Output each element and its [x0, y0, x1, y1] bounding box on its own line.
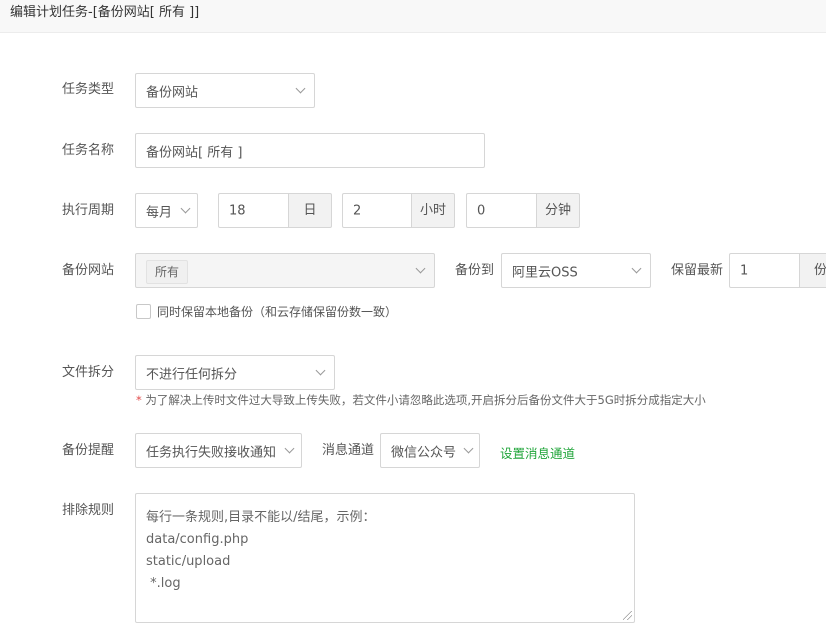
- resize-handle[interactable]: [623, 611, 632, 620]
- page-title: 编辑计划任务-[备份网站[ 所有 ]]: [10, 5, 200, 20]
- notify-select[interactable]: 任务执行失败接收通知: [135, 433, 302, 468]
- chevron-down-icon: [415, 263, 426, 274]
- chevron-down-icon: [631, 263, 642, 274]
- backup-site-tag: 所有: [146, 260, 189, 284]
- cycle-period-value: 每月: [146, 205, 173, 220]
- keep-latest-unit: 份: [799, 253, 826, 288]
- channel-value: 微信公众号: [391, 445, 457, 460]
- task-type-label: 任务类型: [62, 82, 115, 97]
- chevron-down-icon: [284, 443, 295, 454]
- cycle-day-input[interactable]: 18: [218, 193, 289, 228]
- task-name-input[interactable]: 备份网站[ 所有 ]: [135, 133, 485, 168]
- cycle-day-value: 18: [229, 203, 246, 218]
- keep-latest-input[interactable]: 1: [729, 253, 800, 288]
- chevron-down-icon: [295, 83, 306, 94]
- exclude-line: data/config.php: [146, 532, 249, 547]
- chevron-down-icon: [315, 365, 326, 376]
- split-note: * 为了解决上传时文件过大导致上传失败，若文件小请忽略此选项,开启拆分后备份文件…: [136, 392, 706, 408]
- setup-channel-link[interactable]: 设置消息通道: [500, 443, 575, 462]
- channel-label: 消息通道: [322, 443, 375, 458]
- backup-target-value: 阿里云OSS: [512, 265, 578, 280]
- cycle-minute-input[interactable]: 0: [466, 193, 537, 228]
- cycle-minute-unit: 分钟: [536, 193, 580, 228]
- cycle-hour-input[interactable]: 2: [342, 193, 412, 228]
- cycle-minute-value: 0: [477, 203, 486, 218]
- exclude-line: 每行一条规则,目录不能以/结尾，示例：: [146, 510, 376, 525]
- chevron-down-icon: [180, 203, 191, 214]
- backup-site-select[interactable]: 所有: [135, 253, 435, 288]
- task-type-value: 备份网站: [146, 85, 199, 100]
- split-value: 不进行任何拆分: [146, 367, 238, 382]
- cycle-hour-value: 2: [353, 203, 362, 218]
- channel-select[interactable]: 微信公众号: [380, 433, 480, 468]
- backup-target-label: 备份到: [455, 263, 495, 278]
- required-star: *: [136, 393, 142, 407]
- chevron-down-icon: [463, 443, 474, 454]
- task-type-select[interactable]: 备份网站: [135, 73, 315, 108]
- cycle-label: 执行周期: [62, 203, 115, 218]
- task-name-value: 备份网站[ 所有 ]: [146, 145, 243, 160]
- cycle-hour-unit: 小时: [411, 193, 455, 228]
- exclude-textarea[interactable]: 每行一条规则,目录不能以/结尾，示例： data/config.php stat…: [135, 493, 635, 623]
- task-name-label: 任务名称: [62, 143, 115, 158]
- keep-latest-value: 1: [740, 263, 749, 278]
- notify-label: 备份提醒: [62, 443, 115, 458]
- backup-site-label: 备份网站: [62, 263, 115, 278]
- split-select[interactable]: 不进行任何拆分: [135, 355, 335, 390]
- notify-value: 任务执行失败接收通知: [146, 445, 277, 460]
- exclude-line: *.log: [146, 576, 181, 591]
- keep-local-label: 同时保留本地备份（和云存储保留份数一致）: [157, 305, 398, 319]
- split-label: 文件拆分: [62, 365, 115, 380]
- keep-local-checkbox[interactable]: [136, 304, 151, 319]
- keep-latest-label: 保留最新: [671, 263, 724, 278]
- cycle-period-select[interactable]: 每月: [135, 193, 198, 228]
- split-note-text: 为了解决上传时文件过大导致上传失败，若文件小请忽略此选项,开启拆分后备份文件大于…: [145, 393, 706, 407]
- cycle-day-unit: 日: [288, 193, 332, 228]
- backup-target-select[interactable]: 阿里云OSS: [501, 253, 651, 288]
- exclude-line: static/upload: [146, 554, 231, 569]
- exclude-label: 排除规则: [62, 503, 115, 518]
- page-header: 编辑计划任务-[备份网站[ 所有 ]]: [0, 0, 826, 33]
